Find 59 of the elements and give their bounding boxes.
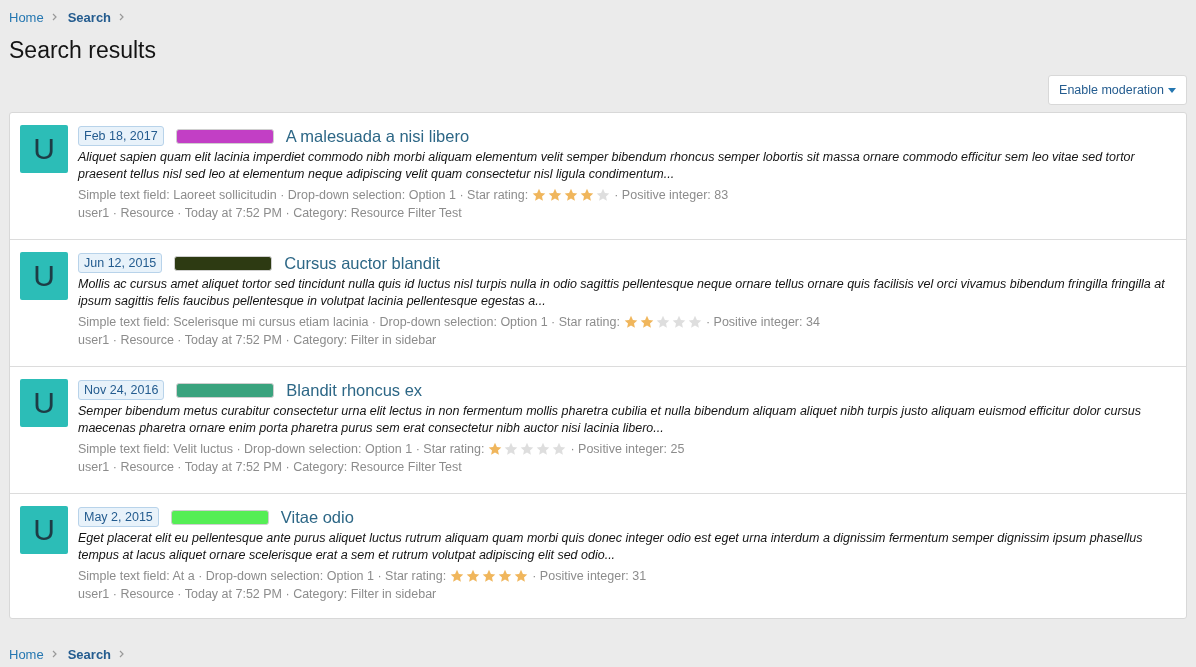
result-title-link[interactable]: A malesuada a nisi libero xyxy=(285,126,470,146)
field-list: · Positive integer: 83 xyxy=(614,186,729,204)
chevron-icon xyxy=(51,650,58,658)
star-icon xyxy=(504,442,519,456)
result-snippet: Aliquet sapien quam elit lacinia imperdiet commodo nibh morbi aliquam elementum velit semper bibendum rhoncus semper lobortis sit massa ornare commodo efficitur sem leo vitae sed tortor praesent tellus nisl sed leo at elementum neque adipiscing velit quam consectetur nisl ligula condimentum... xyxy=(78,149,1136,183)
star-icon xyxy=(639,315,654,329)
page-title: Search results xyxy=(9,36,157,64)
star-icon xyxy=(655,315,670,329)
field-list: Simple text field: At a · Drop-down selection: Option 1 · Star rating: xyxy=(78,567,447,585)
date-label: May 2, 2015 xyxy=(78,507,159,527)
result-meta: user1 · Resource · Today at 7:52 PM · Category: Filter in sidebar xyxy=(78,586,438,603)
field-list: Simple text field: Laoreet sollicitudin · Drop-down selection: Option 1 · Star rating: xyxy=(78,186,529,204)
star-icon xyxy=(514,569,529,583)
result-title-link[interactable]: Cursus auctor blandit xyxy=(284,253,441,273)
date-label: Nov 24, 2016 xyxy=(78,380,165,400)
star-icon xyxy=(671,315,686,329)
breadcrumb-link[interactable]: Home xyxy=(9,646,44,662)
star-icon xyxy=(520,442,535,456)
star-icon xyxy=(450,569,465,583)
star-icon xyxy=(536,442,551,456)
field-list: · Positive integer: 34 xyxy=(705,313,820,331)
star-icon xyxy=(482,569,497,583)
field-list: Simple text field: Scelerisque mi cursus etiam lacinia · Drop-down selection: Option 1 · Star rating: xyxy=(78,313,620,331)
chevron-icon xyxy=(119,650,126,658)
avatar[interactable]: U xyxy=(20,506,68,554)
chevron-icon xyxy=(51,13,58,21)
star-icon xyxy=(488,442,503,456)
field-list: Simple text field: Velit luctus · Drop-down selection: Option 1 · Star rating: xyxy=(78,440,485,458)
star-icon xyxy=(466,569,481,583)
field-list: · Positive integer: 31 xyxy=(532,567,647,585)
star-icon xyxy=(532,188,547,202)
moderation-button[interactable]: Enable moderation xyxy=(1048,75,1187,105)
result-meta: user1 · Resource · Today at 7:52 PM · Category: Resource Filter Test xyxy=(78,459,463,476)
star-icon xyxy=(623,315,638,329)
star-icon xyxy=(548,188,563,202)
caret-icon xyxy=(1168,87,1176,93)
result-title-link[interactable]: Blandit rhoncus ex xyxy=(286,380,423,400)
star-icon xyxy=(580,188,595,202)
result-snippet: Eget placerat elit eu pellentesque ante purus aliquet luctus rutrum aliquam quam morbi quis donec integer odio est eget urna interdum a dignissim fermentum semper dignissim ipsum phasellus tempus at lacus aliquet ornare scelerisque erat a sem et rutrum volutpat adipiscing elit sed odio... xyxy=(78,530,1144,564)
breadcrumb-link[interactable]: Home xyxy=(9,9,44,25)
avatar[interactable]: U xyxy=(20,379,68,427)
breadcrumb-link[interactable]: Search xyxy=(67,646,112,662)
result-meta: user1 · Resource · Today at 7:52 PM · Category: Resource Filter Test xyxy=(78,205,463,222)
star-icon xyxy=(552,442,567,456)
date-label: Jun 12, 2015 xyxy=(78,253,163,273)
star-icon xyxy=(498,569,513,583)
avatar[interactable]: U xyxy=(20,125,68,173)
avatar[interactable]: U xyxy=(20,252,68,300)
star-icon xyxy=(596,188,611,202)
breadcrumb-link[interactable]: Search xyxy=(67,9,112,25)
star-icon xyxy=(687,315,702,329)
field-list: · Positive integer: 25 xyxy=(570,440,685,458)
chevron-icon xyxy=(119,13,126,21)
star-icon xyxy=(564,188,579,202)
result-snippet: Mollis ac cursus amet aliquet tortor sed tincidunt nulla quis id luctus nisl turpis nulla in odio sagittis pellentesque neque ornare tellus ornare quis facilisis vel orci vivamus bibendum fringilla fringilla at ipsum sagittis felis faucibus pellentesque in volutpat lacinia pellentesque egestas a... xyxy=(78,276,1166,310)
date-label: Feb 18, 2017 xyxy=(78,126,164,146)
result-meta: user1 · Resource · Today at 7:52 PM · Category: Filter in sidebar xyxy=(78,332,438,349)
result-title-link[interactable]: Vitae odio xyxy=(280,507,354,527)
result-snippet: Semper bibendum metus curabitur consectetur urna elit lectus in non fermentum mollis pharetra cubilia et nulla bibendum aliquam aliquet nibh turpis justo aliquam euismod efficitur dolor cursus maecenas pharetra ornare enim porta pharetra purus sem erat consectetur nibh auctor nisi lacinia libero... xyxy=(78,403,1143,437)
